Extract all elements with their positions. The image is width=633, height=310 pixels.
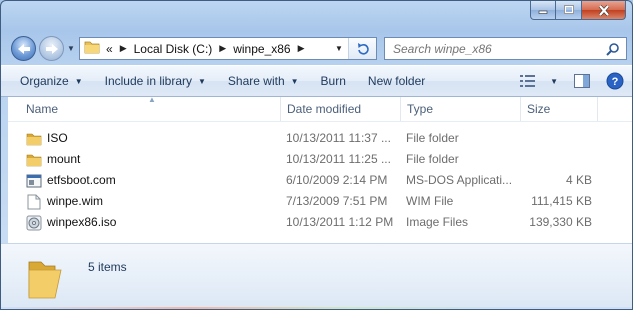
file-list: ▲ Name Date modified Type Size ISO 10/13… [8,97,632,243]
include-in-library-menu[interactable]: Include in library ▼ [94,74,217,88]
details-view-icon [520,75,536,87]
help-button[interactable]: ? [606,72,624,90]
file-type: Image Files [406,215,469,229]
search-icon[interactable] [606,42,620,59]
column-type[interactable]: Type [401,97,521,121]
back-arrow-icon [17,43,30,54]
maximize-button[interactable] [556,1,582,20]
maximize-icon [563,5,574,14]
new-folder-button[interactable]: New folder [357,74,436,88]
file-type: File folder [406,152,459,166]
refresh-icon [357,42,369,55]
minimize-icon [538,10,548,14]
disc-image-icon [26,215,42,231]
file-row-iso[interactable]: ISO 10/13/2011 11:37 ... File folder [8,128,632,149]
chevron-right-icon[interactable]: ▶ [219,43,226,54]
column-date-modified[interactable]: Date modified [281,97,401,121]
address-history-dropdown[interactable]: ▼ [332,41,346,56]
column-name[interactable]: Name [20,97,281,121]
share-with-label: Share with [227,74,285,88]
change-view-button[interactable]: ▼ [520,75,558,87]
file-type: WIM File [406,194,454,208]
file-name-cell[interactable]: etfsboot.com [26,170,116,191]
forward-arrow-icon [45,43,58,54]
svg-text:?: ? [612,76,619,88]
explorer-window: ▼ « ▶ Local Disk (C:) ▶ winpe_x86 ▶ ▼ Or… [0,0,633,310]
file-date: 10/13/2011 11:37 ... [286,131,391,145]
command-bar: Organize ▼ Include in library ▼ Share with… [1,65,632,97]
folder-icon [84,39,100,58]
forward-button[interactable] [39,36,64,61]
burn-label: Burn [320,74,346,88]
file-type: File folder [406,131,459,145]
file-date: 6/10/2009 2:14 PM [286,173,388,187]
preview-pane-icon [574,74,590,88]
file-date: 10/13/2011 1:12 PM [286,215,394,229]
column-headers: ▲ Name Date modified Type Size [8,97,632,122]
breadcrumb-overflow[interactable]: « [106,42,113,56]
recent-pages-dropdown[interactable]: ▼ [67,44,75,53]
file-name: winpex86.iso [47,215,117,229]
chevron-right-icon[interactable]: ▶ [298,43,305,54]
help-icon: ? [606,72,624,90]
file-date: 10/13/2011 11:25 ... [286,152,391,166]
close-button[interactable] [582,1,626,20]
file-name: ISO [47,131,68,145]
file-size: 111,415 KB [531,194,592,208]
organize-label: Organize [20,74,69,88]
file-date: 7/13/2009 7:51 PM [286,194,388,208]
search-box[interactable] [384,37,627,60]
file-row-etfsboot[interactable]: etfsboot.com 6/10/2009 2:14 PM MS-DOS Ap… [8,170,632,191]
address-bar[interactable]: « ▶ Local Disk (C:) ▶ winpe_x86 ▶ ▼ [79,37,377,60]
view-controls: ▼ ? [512,66,632,96]
file-icon [26,194,42,210]
file-size: 139,330 KB [529,215,592,229]
back-button[interactable] [11,36,36,61]
file-name-cell[interactable]: winpe.wim [26,191,103,212]
details-pane: 5 items [1,243,632,309]
file-name-cell[interactable]: ISO [26,128,68,149]
file-size: 4 KB [565,173,592,187]
file-name: winpe.wim [47,194,104,208]
column-size[interactable]: Size [521,97,598,121]
minimize-button[interactable] [530,1,556,20]
preview-pane-button[interactable] [574,74,590,88]
file-name-cell[interactable]: mount [26,149,80,170]
large-folder-icon [25,256,65,303]
share-with-menu[interactable]: Share with ▼ [217,74,310,88]
dropdown-arrow-icon: ▼ [198,76,206,86]
file-name: mount [47,152,81,166]
folder-icon [26,152,42,168]
file-name: etfsboot.com [47,173,116,187]
dropdown-arrow-icon: ▼ [74,76,83,86]
folder-icon [26,131,42,147]
file-row-winpe-wim[interactable]: winpe.wim 7/13/2009 7:51 PM WIM File 111… [8,191,632,212]
file-row-winpex86-iso[interactable]: winpex86.iso 10/13/2011 1:12 PM Image Fi… [8,212,632,233]
refresh-button[interactable] [348,38,376,59]
include-in-library-label: Include in library [104,74,192,88]
dropdown-arrow-icon: ▼ [290,76,299,86]
burn-button[interactable]: Burn [310,74,357,88]
organize-menu[interactable]: Organize ▼ [9,74,94,88]
new-folder-label: New folder [367,74,426,88]
breadcrumb-winpe-x86[interactable]: winpe_x86 [233,42,290,56]
application-icon [26,173,42,189]
search-input[interactable] [391,40,605,57]
window-controls [530,1,626,20]
chevron-right-icon[interactable]: ▶ [120,43,127,54]
item-count: 5 items [88,260,127,274]
file-type: MS-DOS Applicati... [406,173,513,187]
breadcrumb-local-disk[interactable]: Local Disk (C:) [134,42,213,56]
view-dropdown-arrow-icon[interactable]: ▼ [550,77,558,86]
file-row-mount[interactable]: mount 10/13/2011 11:25 ... File folder [8,149,632,170]
file-name-cell[interactable]: winpex86.iso [26,212,116,233]
close-icon [598,4,609,16]
